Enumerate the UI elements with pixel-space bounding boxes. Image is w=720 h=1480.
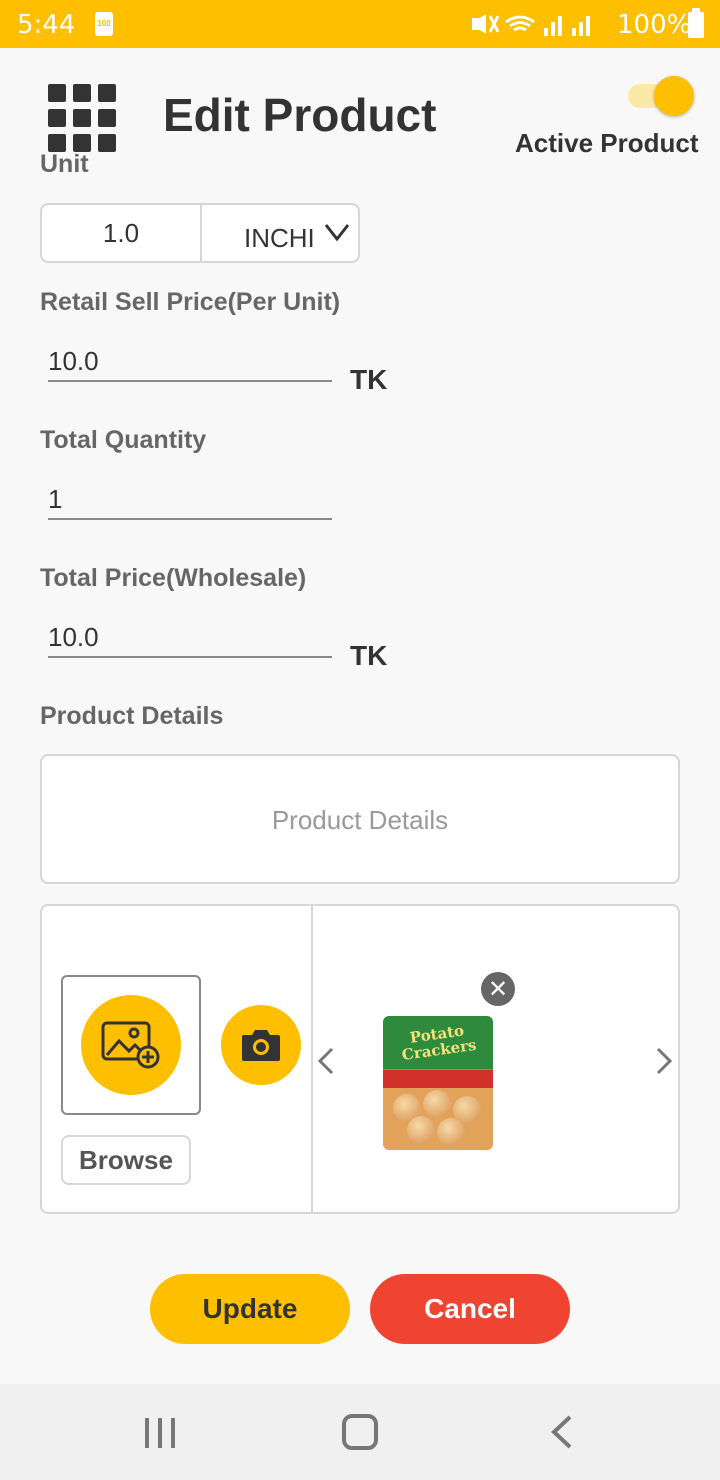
image-add-icon: [101, 1021, 160, 1069]
wholesale-currency: TK: [350, 640, 388, 671]
signal-icons: [472, 14, 590, 36]
product-image-text: Potato Crackers: [400, 1021, 478, 1065]
image-panel: Browse Potato Crackers ✕: [40, 904, 680, 1214]
product-details-label: Product Details: [40, 702, 224, 730]
unit-select-value: INCHI: [244, 223, 315, 253]
divider: [311, 906, 313, 1212]
camera-button[interactable]: [221, 1005, 301, 1085]
chevron-right-icon[interactable]: [654, 1046, 674, 1076]
back-icon[interactable]: [548, 1414, 576, 1450]
unit-value-input[interactable]: 1.0: [42, 205, 202, 261]
battery-saver-icon: 100: [95, 12, 113, 36]
unit-field: 1.0 INCHI: [40, 203, 360, 263]
retail-currency: TK: [350, 364, 388, 395]
add-image-button[interactable]: [81, 995, 181, 1095]
browse-button[interactable]: Browse: [61, 1135, 191, 1185]
status-bar: 5:44 100 100%: [0, 0, 720, 48]
recent-apps-icon[interactable]: [143, 1416, 177, 1450]
battery-percent: 100%: [617, 10, 692, 40]
camera-icon: [242, 1030, 280, 1061]
status-time: 5:44: [17, 10, 76, 40]
chevron-down-icon: [324, 224, 350, 242]
wholesale-price-label: Total Price(Wholesale): [40, 564, 307, 592]
quantity-input[interactable]: 1: [48, 480, 332, 520]
unit-select[interactable]: INCHI: [202, 205, 358, 261]
retail-price-input[interactable]: 10.0: [48, 342, 332, 382]
update-button[interactable]: Update: [150, 1274, 350, 1344]
page-title: Edit Product: [163, 89, 437, 141]
active-product-toggle[interactable]: [628, 76, 694, 116]
unit-label: Unit: [40, 150, 89, 178]
product-image: Potato Crackers: [357, 1010, 517, 1150]
battery-icon: [688, 8, 704, 38]
remove-image-icon[interactable]: ✕: [481, 972, 515, 1006]
product-pack-image: Potato Crackers: [383, 1016, 493, 1150]
wholesale-price-input[interactable]: 10.0: [48, 618, 332, 658]
grid-menu-icon[interactable]: [48, 84, 116, 152]
home-icon[interactable]: [342, 1414, 378, 1450]
active-product-label: Active Product: [515, 128, 699, 158]
navigation-bar: [0, 1384, 720, 1480]
chevron-left-icon[interactable]: [316, 1046, 336, 1076]
retail-price-label: Retail Sell Price(Per Unit): [40, 288, 341, 316]
cancel-button[interactable]: Cancel: [370, 1274, 570, 1344]
image-picker-frame[interactable]: [61, 975, 201, 1115]
product-details-input[interactable]: Product Details: [40, 754, 680, 884]
quantity-label: Total Quantity: [40, 426, 207, 454]
